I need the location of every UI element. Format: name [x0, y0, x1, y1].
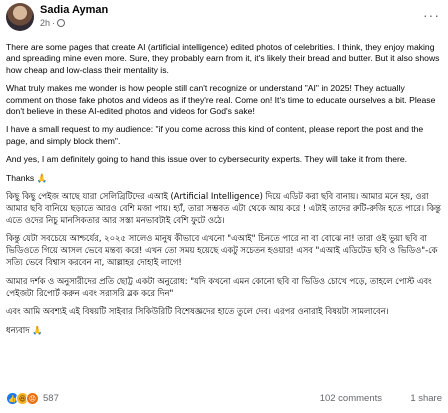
- avatar[interactable]: [6, 3, 34, 31]
- angry-icon: 😠: [26, 392, 39, 405]
- post-paragraph-bn: এবং আমি অবশ্যই এই বিষয়টি সাইবার সিকিউরি…: [6, 306, 389, 317]
- post-paragraph-en: And yes, I am definitely going to hand t…: [6, 154, 408, 165]
- shares-count[interactable]: 1 share: [410, 393, 442, 404]
- post-paragraph-bn: আমার দর্শক ও অনুসারীদের প্রতি ছোট্ট একটা…: [6, 275, 432, 298]
- post-meta: 2h ·: [40, 18, 66, 28]
- post-paragraph-bn: ধন্যবাদ 🙏: [6, 325, 43, 336]
- post-paragraph-en: What truly makes me wonder is how people…: [6, 83, 436, 117]
- post-paragraph-bn: কিন্তু যেটা সবচেয়ে আশ্চর্যের, ২০২৫ সালে…: [6, 233, 438, 268]
- facebook-post: Sadia Ayman 2h · ··· There are some page…: [0, 0, 448, 413]
- post-paragraph-en: Thanks 🙏: [6, 172, 48, 183]
- meta-separator: ·: [52, 18, 56, 28]
- reactions-summary[interactable]: 👍 😆 😠 587: [6, 392, 59, 405]
- more-options-icon[interactable]: ···: [423, 7, 440, 23]
- post-paragraph-bn: কিছু কিছু পেইজ আছে যারা সেলিব্রিটিদের এআ…: [6, 191, 441, 225]
- globe-icon: [57, 19, 66, 27]
- reactions-count[interactable]: 587: [43, 393, 59, 404]
- post-body: There are some pages that create AI (art…: [6, 42, 442, 344]
- post-paragraph-en: There are some pages that create AI (art…: [6, 42, 440, 75]
- author-name[interactable]: Sadia Ayman: [40, 4, 108, 16]
- post-time[interactable]: 2h: [40, 18, 50, 28]
- comments-count[interactable]: 102 comments: [320, 393, 382, 404]
- post-header: Sadia Ayman 2h · ···: [6, 3, 442, 33]
- post-paragraph-en: I have a small request to my audience: "…: [6, 124, 424, 146]
- post-footer: 👍 😆 😠 587 102 comments 1 share: [6, 392, 442, 408]
